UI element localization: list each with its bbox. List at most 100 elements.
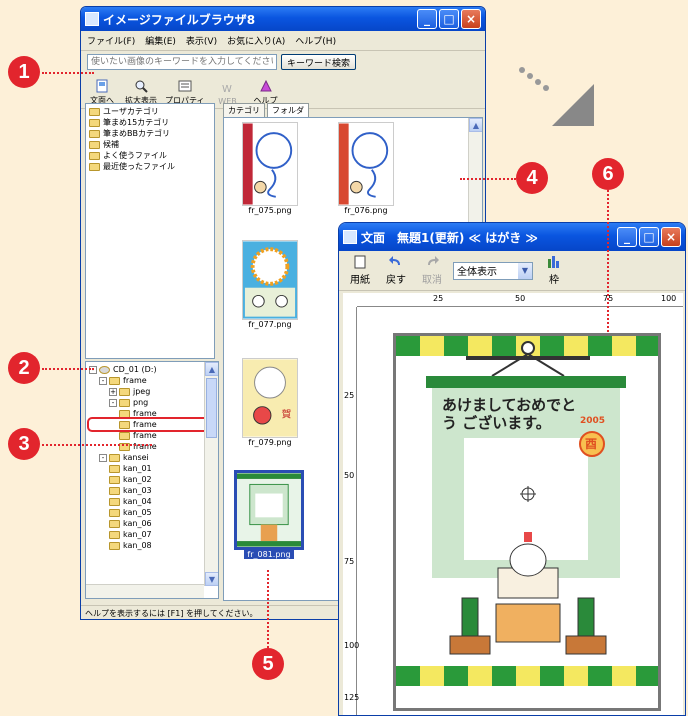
- menu-favorites[interactable]: お気に入り(A): [227, 34, 285, 47]
- tree-item[interactable]: - frame: [89, 375, 215, 386]
- stripe: [564, 336, 588, 356]
- tab-folder[interactable]: フォルダ: [267, 103, 309, 117]
- properties-button[interactable]: プロパティ: [165, 79, 205, 106]
- thumbnail-fr-076[interactable]: fr_076.png: [338, 122, 394, 215]
- keyword-search-input[interactable]: [87, 54, 277, 70]
- scroll-up-arrow[interactable]: ▲: [205, 362, 218, 376]
- menu-view[interactable]: 表示(V): [186, 34, 217, 47]
- maximize-button[interactable]: □: [439, 9, 459, 29]
- close-button[interactable]: ×: [461, 9, 481, 29]
- folder-icon: [119, 431, 130, 440]
- tree-vertical-scrollbar[interactable]: ▲ ▼: [204, 362, 218, 586]
- stripe: [588, 666, 612, 686]
- thumbnail-fr-075[interactable]: fr_075.png: [242, 122, 298, 215]
- postcard-canvas[interactable]: あけましておめでとう ございます。 2005 酉: [393, 333, 661, 711]
- tree-item[interactable]: - png: [89, 397, 215, 408]
- cd-drive-icon: [99, 365, 110, 374]
- zoom-view-button[interactable]: 拡大表示: [125, 79, 157, 106]
- keyword-search-button[interactable]: キーワード検索: [281, 54, 357, 70]
- frame-button[interactable]: 枠: [539, 255, 569, 286]
- thumbnail-fr-081[interactable]: fr_081.png: [234, 470, 304, 559]
- stripe: [492, 666, 516, 686]
- tree-item[interactable]: frame: [89, 408, 215, 419]
- zoom-select[interactable]: 全体表示 ▼: [453, 261, 533, 280]
- collapse-icon[interactable]: -: [99, 376, 107, 385]
- ruler-label: 25: [344, 391, 355, 400]
- collapse-icon[interactable]: -: [109, 398, 117, 407]
- app-icon: [85, 12, 99, 26]
- tree-item[interactable]: kan_01: [89, 463, 215, 474]
- folder-icon: [109, 541, 120, 550]
- frame-icon: [548, 256, 559, 268]
- stripe: [636, 666, 660, 686]
- paper-button[interactable]: 用紙: [345, 255, 375, 286]
- tree-item[interactable]: + jpeg: [89, 386, 215, 397]
- stripe: [396, 336, 420, 356]
- redo-button[interactable]: 取消: [417, 255, 447, 286]
- scroll-thumb[interactable]: [206, 378, 217, 438]
- maximize-button[interactable]: □: [639, 227, 659, 247]
- folder-icon: [109, 376, 120, 385]
- close-button[interactable]: ×: [661, 227, 681, 247]
- tree-item[interactable]: kan_08: [89, 540, 215, 551]
- help-button[interactable]: ヘルプ: [251, 79, 281, 106]
- chevron-down-icon[interactable]: ▼: [518, 262, 532, 279]
- category-item[interactable]: よく使うファイル: [89, 150, 211, 161]
- tree-item[interactable]: - kansei: [89, 452, 215, 463]
- menu-bar: ファイル(F) 編集(E) 表示(V) お気に入り(A) ヘルプ(H): [81, 31, 485, 51]
- scroll-up-arrow[interactable]: ▲: [469, 118, 482, 132]
- tree-item[interactable]: kan_04: [89, 496, 215, 507]
- category-item[interactable]: ユーザカテゴリ: [89, 106, 211, 117]
- menu-file[interactable]: ファイル(F): [87, 34, 135, 47]
- thumbnail-fr-079[interactable]: 賀 fr_079.png: [242, 358, 298, 447]
- year-text: 2005: [580, 416, 606, 426]
- thumbnail-fr-077[interactable]: fr_077.png: [242, 240, 298, 329]
- tree-item[interactable]: kan_02: [89, 474, 215, 485]
- expand-icon[interactable]: +: [109, 387, 117, 396]
- category-folder-icon: [89, 118, 100, 127]
- category-item[interactable]: 筆まめ15カテゴリ: [89, 117, 211, 128]
- folder-icon: [109, 519, 120, 528]
- stripe: [564, 666, 588, 686]
- menu-edit[interactable]: 編集(E): [145, 34, 176, 47]
- category-item[interactable]: 筆まめBBカテゴリ: [89, 128, 211, 139]
- tree-item-label: kan_05: [123, 508, 152, 517]
- folder-icon: [109, 475, 120, 484]
- tab-category[interactable]: カテゴリ: [223, 103, 265, 117]
- category-item[interactable]: 候補: [89, 139, 211, 150]
- callout-3-leader: [42, 444, 152, 446]
- tree-item[interactable]: frame: [87, 417, 217, 432]
- thumbnail-image: [234, 470, 304, 550]
- stripe: [468, 666, 492, 686]
- menu-help[interactable]: ヘルプ(H): [295, 34, 336, 47]
- category-label: 最近使ったファイル: [103, 162, 175, 171]
- callout-2: 2: [8, 352, 40, 384]
- folder-icon: [119, 398, 130, 407]
- category-item[interactable]: 最近使ったファイル: [89, 161, 211, 172]
- tree-item-label: kan_06: [123, 519, 152, 528]
- stripe: [492, 336, 516, 356]
- folder-icon: [109, 453, 120, 462]
- to-layout-button[interactable]: 文面へ: [87, 79, 117, 106]
- category-pane: ユーザカテゴリ 筆まめ15カテゴリ 筆まめBBカテゴリ 候補 よく使うファイル …: [85, 103, 215, 359]
- tree-item[interactable]: frame: [89, 441, 215, 452]
- tree-horizontal-scrollbar[interactable]: [86, 584, 204, 598]
- tree-item[interactable]: kan_03: [89, 485, 215, 496]
- callout-6: 6: [592, 158, 624, 190]
- tree-item[interactable]: frame: [89, 430, 215, 441]
- tree-item[interactable]: kan_06: [89, 518, 215, 529]
- editor-titlebar[interactable]: 文面 無題1(更新) ≪ はがき ≫ _ □ ×: [339, 223, 685, 251]
- tree-item[interactable]: kan_07: [89, 529, 215, 540]
- undo-icon: [389, 256, 400, 265]
- stripe: [444, 336, 468, 356]
- browser-titlebar[interactable]: イメージファイルブラウザ8 _ □ ×: [81, 7, 485, 31]
- scroll-down-arrow[interactable]: ▼: [205, 572, 218, 586]
- tree-item[interactable]: kan_05: [89, 507, 215, 518]
- minimize-button[interactable]: _: [617, 227, 637, 247]
- folder-tree-pane: - CD_01 (D:) - frame + jpeg - png frame frame fram…: [85, 361, 219, 599]
- category-label: 筆まめBBカテゴリ: [103, 129, 170, 138]
- undo-button[interactable]: 戻す: [381, 255, 411, 286]
- tree-item[interactable]: - CD_01 (D:): [89, 364, 215, 375]
- minimize-button[interactable]: _: [417, 9, 437, 29]
- collapse-icon[interactable]: -: [99, 453, 107, 462]
